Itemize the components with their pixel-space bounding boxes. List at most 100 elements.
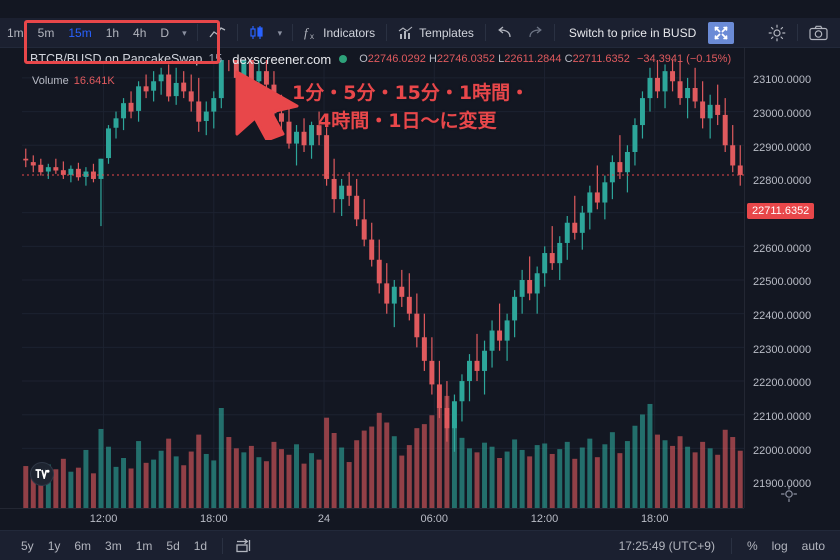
toolbar-divider [196, 24, 198, 41]
volume-bar [594, 457, 600, 508]
price-axis-label: 22300.0000 [753, 343, 812, 356]
indicators-label: Indicators [323, 25, 376, 40]
volume-bar [309, 453, 315, 508]
candle-body [384, 283, 390, 304]
goto-date-calendar-icon[interactable] [231, 538, 256, 553]
candle-body [98, 158, 104, 179]
time-axis[interactable]: 12:00 18:00 24 06:00 12:00 18:00 [0, 508, 744, 530]
volume-bar [181, 465, 187, 508]
volume-bar [572, 458, 578, 508]
candle-body [647, 77, 653, 99]
undo-arrow-icon[interactable] [490, 18, 520, 48]
range-6m[interactable]: 6m [67, 531, 98, 560]
volume-bar [218, 407, 224, 508]
candle-body [406, 296, 412, 314]
price-axis-label: 22000.0000 [753, 444, 812, 457]
candle-body [737, 165, 743, 175]
gear-icon[interactable] [761, 18, 793, 48]
interval-1m[interactable]: 1m [0, 18, 31, 48]
volume-bar [557, 449, 563, 508]
ohlc-values: O22746.0292 H22746.0352 L22611.2844 C227… [359, 53, 731, 65]
candle-body [534, 273, 540, 294]
price-axis-label: 22600.0000 [753, 242, 812, 255]
volume-bar [414, 428, 420, 508]
candle-body [53, 167, 59, 171]
volume-bar [421, 424, 427, 508]
templates-label: Templates [419, 25, 474, 40]
range-1d[interactable]: 1d [187, 531, 214, 560]
percent-scale-button[interactable]: % [740, 531, 765, 560]
log-scale-button[interactable]: log [765, 531, 795, 560]
range-5d[interactable]: 5d [159, 531, 186, 560]
green-status-dot [339, 55, 348, 63]
volume-bar [685, 446, 691, 508]
fullscreen-expand-icon[interactable] [708, 21, 735, 44]
interval-d[interactable]: D [153, 18, 176, 48]
candle-body [196, 101, 202, 122]
bottom-bar-divider [222, 537, 224, 554]
volume-bar [121, 457, 127, 508]
price-axis-label: 22800.0000 [753, 175, 812, 188]
volume-bar [534, 445, 540, 508]
line-chart-icon[interactable] [202, 18, 233, 48]
volume-bar [399, 455, 405, 508]
candle-body [557, 242, 563, 264]
symbol-name[interactable]: BTCB/BUSD on PancakeSwap [30, 52, 202, 66]
volume-bar [707, 448, 713, 508]
candle-body [451, 401, 457, 429]
candle-body [482, 350, 488, 371]
volume-bar [482, 442, 488, 508]
volume-bar [406, 445, 412, 508]
svg-text:x: x [310, 32, 314, 40]
time-axis-label: 24 [317, 513, 331, 525]
volume-bar [203, 453, 209, 508]
candle-body [369, 239, 375, 260]
range-1y[interactable]: 1y [41, 531, 68, 560]
ohlc-open-key: O [359, 53, 368, 65]
switch-to-price-in-busd-button[interactable]: Switch to price in BUSD [559, 26, 706, 40]
tradingview-chart-app: 1m 5m 15m 1h 4h D ▾ ▾ f x Indicators Tem… [0, 0, 840, 560]
chart-top-toolbar: 1m 5m 15m 1h 4h D ▾ ▾ f x Indicators Tem… [0, 18, 840, 48]
volume-bar [677, 436, 683, 508]
candle-body [136, 86, 142, 111]
candle-body [527, 280, 533, 294]
chevron-down-icon[interactable]: ▾ [176, 18, 193, 48]
auto-scale-button[interactable]: auto [795, 531, 832, 560]
volume-bar [579, 447, 585, 508]
chart-type-chevron-down-icon[interactable]: ▾ [272, 18, 289, 48]
time-axis-label: 12:00 [530, 513, 559, 525]
tradingview-logo-icon[interactable] [30, 462, 54, 486]
volume-bar [662, 440, 668, 508]
volume-bar [346, 462, 352, 508]
clock-label[interactable]: 17:25:49 (UTC+9) [611, 539, 723, 553]
range-5y[interactable]: 5y [14, 531, 41, 560]
interval-4h[interactable]: 4h [126, 18, 153, 48]
range-1m[interactable]: 1m [129, 531, 160, 560]
interval-5m[interactable]: 5m [31, 18, 62, 48]
ohlc-open-value: 22746.0292 [367, 53, 426, 65]
volume-bar [467, 448, 472, 508]
indicators-button[interactable]: f x Indicators [297, 18, 382, 48]
volume-bar [316, 459, 322, 508]
volume-bar [23, 466, 29, 508]
templates-button[interactable]: Templates [391, 18, 481, 48]
volume-label: Volume [32, 75, 69, 87]
redo-arrow-icon[interactable] [520, 18, 550, 48]
candle-body [158, 74, 164, 82]
volume-bar [459, 437, 465, 508]
candle-body [519, 280, 525, 297]
price-axis-label: 22500.0000 [753, 276, 812, 289]
candle-body [467, 360, 472, 382]
candlestick-chart-icon[interactable] [242, 18, 272, 48]
range-3m[interactable]: 3m [98, 531, 129, 560]
interval-1h[interactable]: 1h [99, 18, 126, 48]
candle-body [399, 286, 405, 297]
camera-snapshot-icon[interactable] [802, 18, 840, 48]
volume-bar [256, 457, 262, 508]
ohlc-close-key: C [564, 53, 573, 65]
volume-bar [286, 454, 292, 508]
volume-bar [474, 452, 480, 508]
price-axis[interactable]: 23100.0000 23000.0000 22900.0000 22800.0000… [744, 48, 840, 508]
toolbar-divider [386, 24, 388, 41]
interval-15m[interactable]: 15m [61, 18, 98, 48]
